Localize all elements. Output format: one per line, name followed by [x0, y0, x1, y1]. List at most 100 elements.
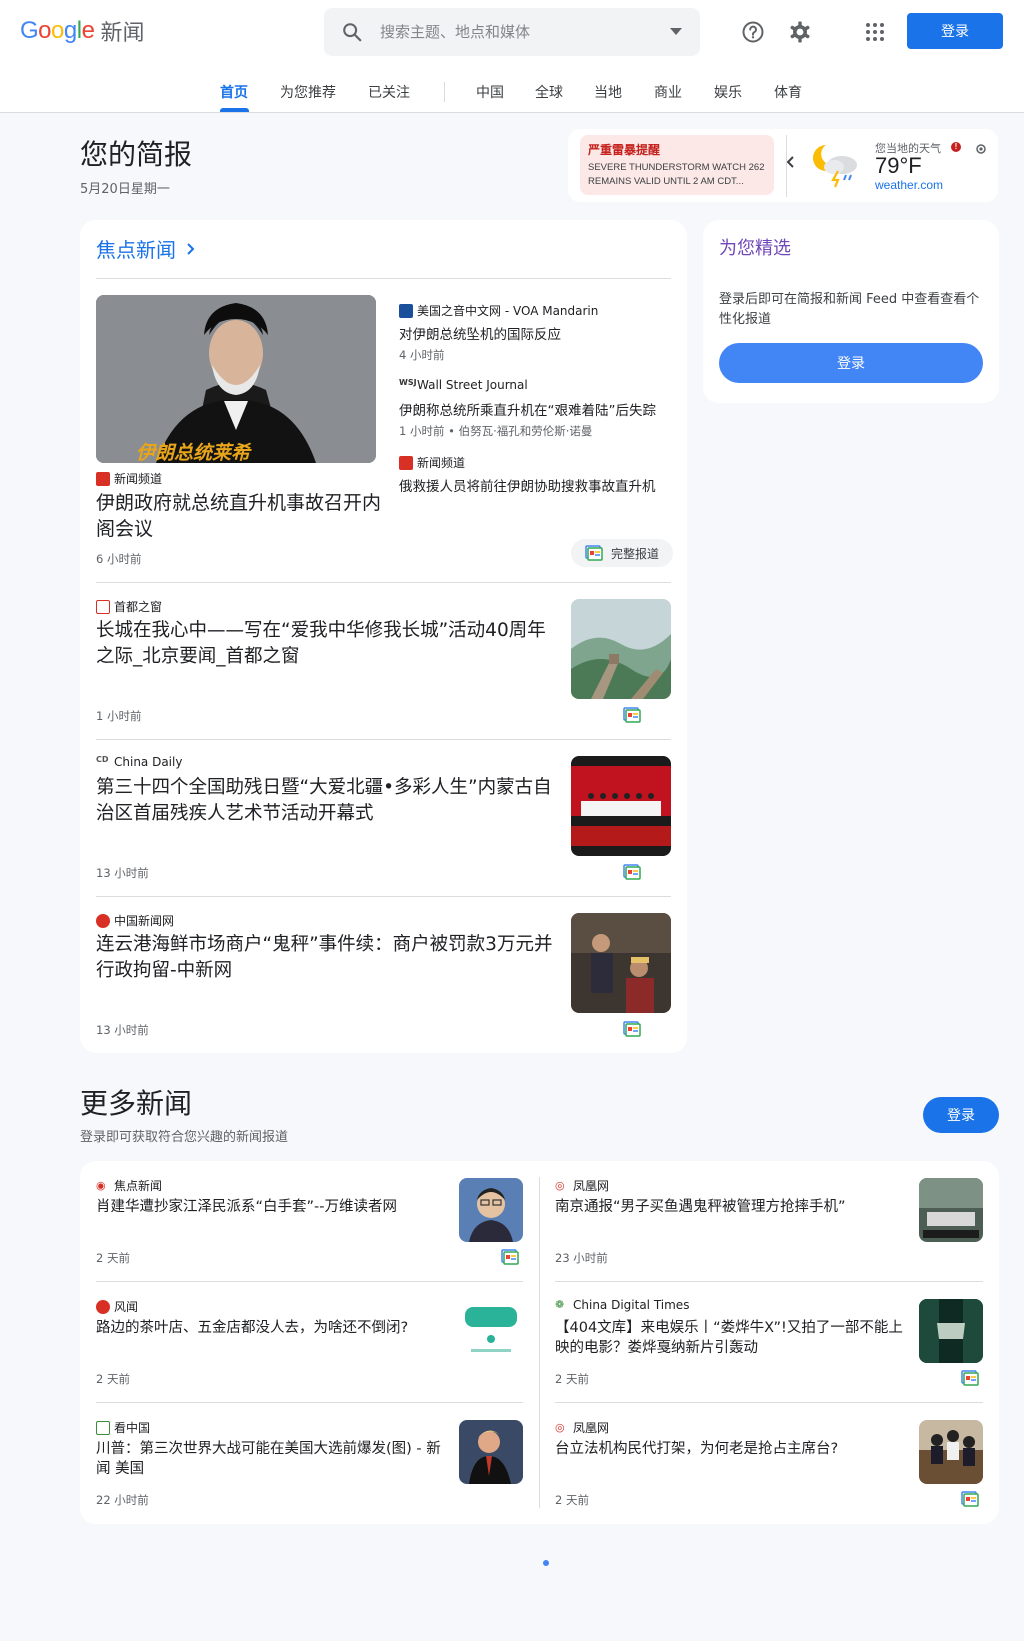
full-coverage-icon[interactable]	[961, 1491, 981, 1507]
story-source[interactable]: CD China Daily	[96, 755, 182, 769]
full-coverage-icon[interactable]	[961, 1370, 981, 1386]
tab-following[interactable]: 已关注	[368, 82, 410, 102]
picks-signin-button[interactable]: 登录	[719, 343, 983, 383]
weather-source-link[interactable]: weather.com	[875, 178, 943, 192]
news-time: 22 小时前	[96, 1493, 149, 1507]
card-divider	[96, 582, 671, 583]
related-title[interactable]: 俄救援人员将前往伊朗协助搜救事故直升机	[399, 475, 671, 495]
more-news-signin-button[interactable]: 登录	[923, 1097, 999, 1133]
ceremony-image[interactable]	[571, 756, 671, 856]
source-logo-icon: ◉	[96, 1178, 110, 1193]
great-wall-image[interactable]	[571, 599, 671, 699]
source-name: 凤凰网	[573, 1179, 610, 1193]
trump-image[interactable]	[459, 1420, 523, 1484]
picks-card: 为您精选 登录后即可在简报和新闻 Feed 中查看查看个性化报道 登录	[703, 220, 999, 403]
source-logo-icon: ❁	[555, 1298, 569, 1312]
news-source[interactable]: 风闻	[96, 1298, 138, 1315]
top-stories-heading[interactable]: 焦点新闻	[96, 234, 196, 263]
more-news-card: ◉ 焦点新闻 肖建华遭抄家江泽民派系“白手套”--万维读者网 2 天前 风闻 路…	[80, 1161, 999, 1524]
news-time: 23 小时前	[555, 1251, 608, 1265]
story-title[interactable]: 第三十四个全国助残日暨“大爱北疆•多彩人生”内蒙古自治区首届残疾人艺术节活动开幕…	[96, 775, 556, 827]
top-stories-title: 焦点新闻	[96, 238, 176, 262]
news-source[interactable]: ◎ 凤凰网	[555, 1177, 609, 1194]
full-coverage-button[interactable]: 完整报道	[571, 539, 673, 567]
news-title[interactable]: 肖建华遭抄家江泽民派系“白手套”--万维读者网	[96, 1197, 426, 1217]
weather-card: 严重雷暴提醒 SEVERE THUNDERSTORM WATCH 262 REM…	[568, 129, 998, 202]
news-title[interactable]: 【404文库】来电娱乐丨“娄烨牛X”!又拍了一部不能上映的电影？娄烨戛纳新片引轰…	[555, 1318, 905, 1358]
weather-divider	[786, 135, 787, 197]
search-input[interactable]	[380, 23, 652, 41]
settings-gear-icon[interactable]	[784, 16, 816, 48]
related-title[interactable]: 对伊朗总统坠机的国际反应	[399, 323, 671, 343]
row-divider	[555, 1281, 983, 1282]
tab-for-you[interactable]: 为您推荐	[280, 82, 336, 102]
movie-poster-image[interactable]	[919, 1299, 983, 1363]
briefing-title: 您的简报	[80, 138, 193, 171]
news-time: 2 天前	[96, 1251, 130, 1265]
weather-temperature: 79°F	[875, 153, 922, 178]
fish-market-image[interactable]	[919, 1178, 983, 1242]
weather-alert[interactable]: 严重雷暴提醒 SEVERE THUNDERSTORM WATCH 262 REM…	[580, 135, 774, 195]
news-source[interactable]: ◎ 凤凰网	[555, 1419, 609, 1436]
source-name: 风闻	[114, 1300, 139, 1314]
infographic-image[interactable]	[459, 1299, 523, 1363]
tab-local[interactable]: 当地	[594, 82, 622, 102]
chevron-left-icon[interactable]	[786, 155, 796, 174]
help-icon[interactable]	[737, 16, 769, 48]
related-source-voa[interactable]: 美国之音中文网 - VOA Mandarin	[399, 302, 598, 319]
source-logo-icon	[399, 303, 413, 318]
full-coverage-icon[interactable]	[623, 1021, 643, 1037]
source-name: Wall Street Journal	[417, 378, 528, 392]
source-logo-icon: WSJ	[399, 378, 417, 392]
news-source[interactable]: 看中国	[96, 1419, 150, 1436]
signin-button[interactable]: 登录	[907, 13, 1003, 49]
alert-body: SEVERE THUNDERSTORM WATCH 262 REMAINS VA…	[588, 162, 765, 187]
full-coverage-icon[interactable]	[623, 864, 643, 880]
tab-sports[interactable]: 体育	[774, 82, 802, 102]
source-name: China Digital Times	[573, 1298, 690, 1312]
news-time: 2 天前	[96, 1372, 130, 1386]
top-stories-card: 焦点新闻 伊朗总统莱希 新闻频道 伊朗政府就总统直升机事故召开内阁会议 6 小时…	[80, 220, 687, 1053]
tab-entertainment[interactable]: 娱乐	[714, 82, 742, 102]
related-title[interactable]: 伊朗称总统所乘直升机在“艰难着陆”后失踪	[399, 399, 671, 419]
search-icon[interactable]	[324, 21, 380, 43]
story-source[interactable]: 首都之窗	[96, 598, 162, 615]
related-source-channel[interactable]: 新闻频道	[399, 454, 465, 471]
lead-story-title[interactable]: 伊朗政府就总统直升机事故召开内阁会议	[96, 490, 386, 542]
lead-story-source[interactable]: 新闻频道	[96, 470, 162, 487]
apps-grid-icon[interactable]	[859, 16, 891, 48]
search-box[interactable]	[324, 8, 700, 56]
news-title[interactable]: 南京通报“男子买鱼遇鬼秤被管理方抢摔手机”	[555, 1197, 905, 1217]
story-source[interactable]: 中国新闻网	[96, 912, 174, 929]
warning-icon: !	[951, 142, 961, 152]
story-title[interactable]: 长城在我心中——写在“爱我中华修我长城”活动40周年之际_北京要闻_首都之窗	[96, 618, 556, 670]
legislature-image[interactable]	[919, 1420, 983, 1484]
market-image[interactable]	[571, 913, 671, 1013]
story-title[interactable]: 连云港海鲜市场商户“鬼秤”事件续：商户被罚款3万元并行政拘留-中新网	[96, 932, 556, 984]
story-time: 13 小时前	[96, 866, 149, 880]
chevron-down-icon[interactable]	[652, 28, 700, 36]
news-source[interactable]: ❁ China Digital Times	[555, 1298, 689, 1312]
source-logo-icon	[96, 1420, 110, 1435]
source-logo-icon: ◎	[555, 1178, 569, 1193]
full-coverage-icon[interactable]	[501, 1249, 521, 1265]
portrait-image[interactable]	[459, 1178, 523, 1242]
source-logo-icon	[96, 1299, 110, 1314]
google-news-logo[interactable]: Google 新闻	[20, 16, 144, 46]
source-name: 首都之窗	[114, 600, 163, 614]
source-logo-icon: ◎	[555, 1420, 569, 1435]
news-title[interactable]: 川普：第三次世界大战可能在美国大选前爆发(图) - 新闻 美国	[96, 1439, 446, 1479]
card-divider	[96, 739, 671, 740]
tab-home[interactable]: 首页	[220, 82, 248, 102]
news-title[interactable]: 台立法机构民代打架，为何老是抢占主席台?	[555, 1439, 905, 1459]
related-source-wsj[interactable]: WSJ Wall Street Journal	[399, 378, 528, 392]
full-coverage-icon[interactable]	[623, 707, 643, 723]
news-source[interactable]: ◉ 焦点新闻	[96, 1177, 162, 1194]
thunderstorm-weather-icon	[812, 141, 864, 194]
tab-business[interactable]: 商业	[654, 82, 682, 102]
news-title[interactable]: 路边的茶叶店、五金店都没人去，为啥还不倒闭?	[96, 1318, 426, 1338]
tab-world[interactable]: 全球	[535, 82, 563, 102]
location-target-icon[interactable]	[975, 142, 987, 160]
tab-china[interactable]: 中国	[476, 82, 504, 102]
row-divider	[96, 1281, 523, 1282]
